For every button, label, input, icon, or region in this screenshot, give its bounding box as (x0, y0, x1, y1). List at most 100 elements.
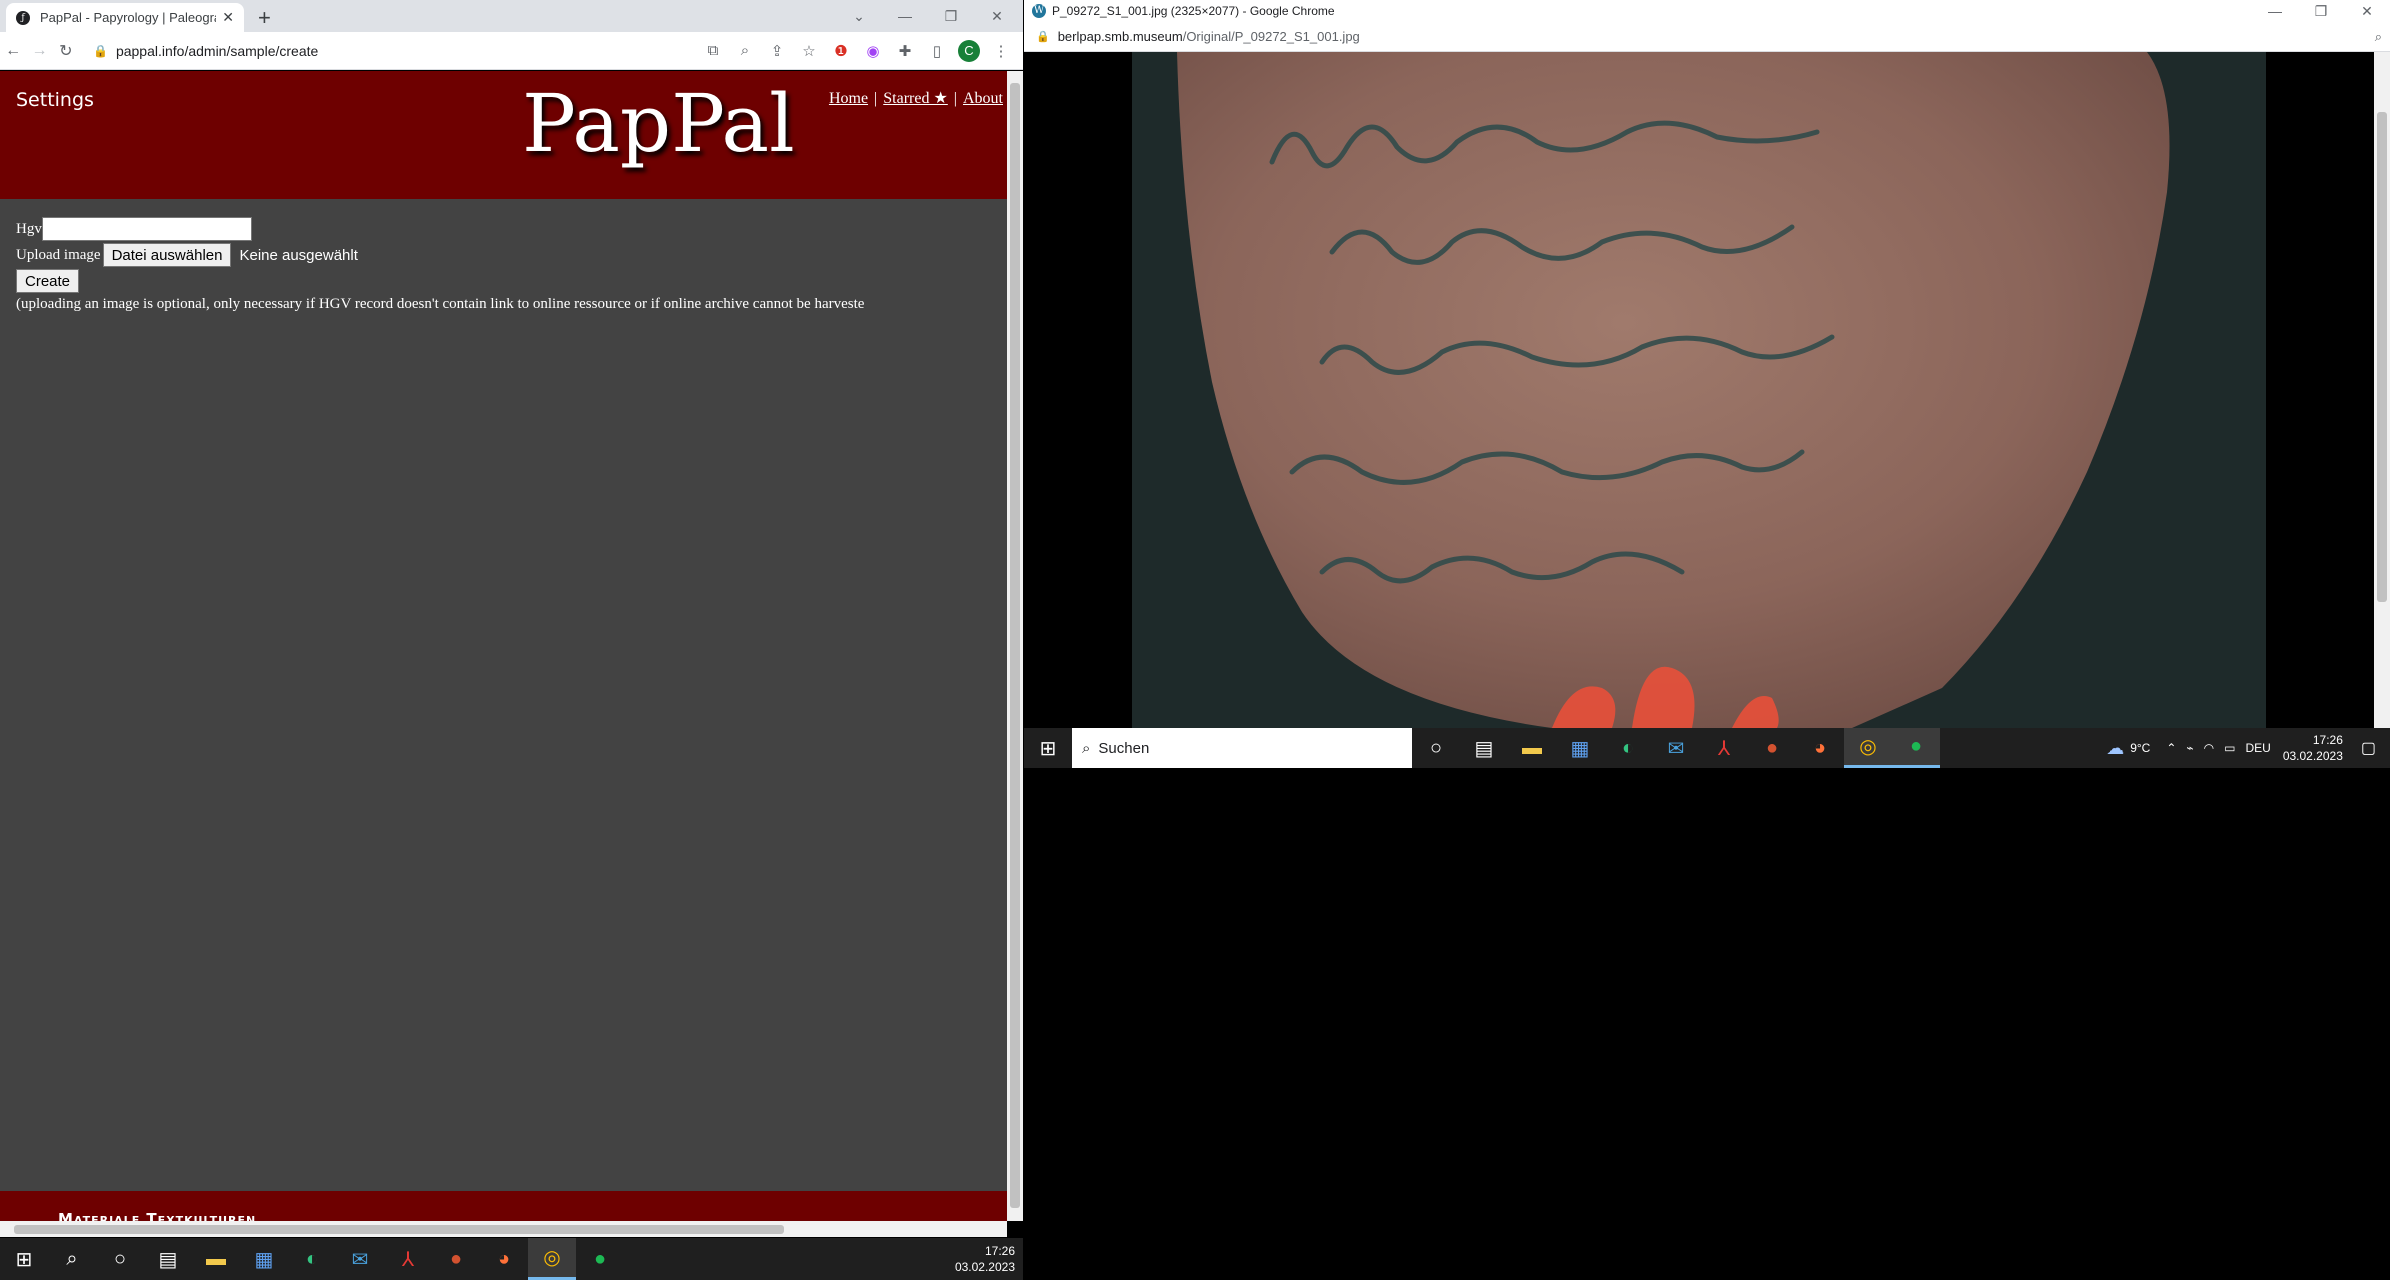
edge-icon[interactable]: ◐ (288, 1238, 336, 1280)
clock[interactable]: 17:26 03.02.2023 (955, 1243, 1023, 1275)
site-footer: Materiale Textkulturen (0, 1191, 1007, 1221)
file-explorer-icon[interactable]: ▬ (1508, 728, 1556, 768)
create-button[interactable]: Create (16, 269, 80, 293)
search-icon[interactable]: ⌕ (48, 1238, 96, 1280)
vertical-scrollbar[interactable] (2374, 52, 2390, 728)
tab-search-icon[interactable]: ⌄ (836, 8, 882, 25)
mail-icon[interactable]: ✉ (1652, 728, 1700, 768)
forward-icon[interactable]: → (26, 42, 52, 60)
tab-pappal[interactable]: ƒ PapPal - Papyrology | Paleograph ✕ (6, 3, 244, 32)
taskbar-search-box[interactable]: ⌕ Suchen (1072, 728, 1412, 768)
minimize-icon[interactable]: — (2252, 3, 2298, 19)
weather-cloud-icon[interactable]: ☁ (2106, 738, 2124, 759)
bookmark-star-icon[interactable]: ☆ (793, 42, 825, 60)
upload-image-label: Upload image (16, 246, 101, 263)
clock-date: 03.02.2023 (2282, 749, 2343, 763)
extensions-puzzle-icon[interactable]: ✚ (889, 42, 921, 60)
chrome-icon[interactable]: ◎ (1844, 728, 1892, 768)
nav-separator: | (874, 90, 878, 107)
url-host: berlpap.smb.museum (1057, 29, 1183, 44)
store-icon[interactable]: ▦ (240, 1238, 288, 1280)
clock-date: 03.02.2023 (954, 1260, 1015, 1274)
tab-close-icon[interactable]: ✕ (222, 9, 234, 26)
window-titlebar: W P_09272_S1_001.jpg (2325×2077) - Googl… (1024, 0, 2390, 22)
nav-starred-link[interactable]: Starred ★ (883, 90, 948, 107)
search-icon: ⌕ (1082, 739, 1091, 757)
network-icon[interactable]: ⌁ (2186, 741, 2193, 755)
windows-start-icon[interactable]: ⊞ (1024, 728, 1072, 768)
new-tab-button[interactable]: + (258, 5, 271, 31)
menu-kebab-icon[interactable]: ⋮ (985, 42, 1017, 60)
zoom-icon[interactable]: ⌕ (729, 42, 761, 59)
back-icon[interactable]: ← (0, 42, 26, 60)
system-tray: 17:26 03.02.2023 (955, 1238, 1023, 1280)
windows-start-icon[interactable]: ⊞ (0, 1238, 48, 1280)
store-icon[interactable]: ▦ (1556, 728, 1604, 768)
browser-toolbar: ← → ↻ 🔒 pappal.info/admin/sample/create … (0, 32, 1023, 70)
footer-text: Materiale Textkulturen (58, 1210, 257, 1221)
battery-icon[interactable]: ▭ (2224, 741, 2235, 755)
system-tray: ☁ 9°C ⌃ ⌁ ◠ ▭ DEU 17:26 03.02.2023 ▢ (2106, 728, 2390, 768)
extension-purple-icon[interactable]: ◉ (857, 42, 889, 60)
taskbar-right: ⊞ ⌕ Suchen ○ ▤ ▬ ▦ ◐ ✉ ⅄ ● ◕ ◎ ● ☁ 9°C ⌃… (1024, 728, 2390, 768)
scroll-thumb[interactable] (14, 1225, 784, 1234)
cortana-icon[interactable]: ○ (96, 1238, 144, 1280)
horizontal-scrollbar[interactable] (0, 1221, 1007, 1237)
file-explorer-icon[interactable]: ▬ (192, 1238, 240, 1280)
powerpoint-icon[interactable]: ● (432, 1238, 480, 1280)
reload-icon[interactable]: ↻ (53, 41, 79, 61)
toolbar-icons: ⧉ ⌕ ⇪ ☆ ❶ ◉ ✚ ▯ C ⋮ (697, 39, 1017, 62)
scroll-thumb[interactable] (2377, 112, 2387, 602)
restore-icon[interactable]: ❐ (928, 8, 974, 25)
firefox-icon[interactable]: ◕ (480, 1238, 528, 1280)
file-status-text: Keine ausgewählt (239, 246, 358, 264)
clock-time: 17:26 (2312, 733, 2343, 747)
nav-about-link[interactable]: About (963, 90, 1003, 107)
close-window-icon[interactable]: ✕ (974, 8, 1020, 25)
hgv-input[interactable] (41, 217, 252, 241)
papyrus-ostracon-image[interactable] (1132, 52, 2266, 728)
firefox-icon[interactable]: ◕ (1796, 728, 1844, 768)
side-panel-icon[interactable]: ▯ (921, 42, 953, 60)
right-browser-window: W P_09272_S1_001.jpg (2325×2077) - Googl… (1024, 0, 2390, 768)
left-browser-window: ƒ PapPal - Papyrology | Paleograph ✕ + ⌄… (0, 0, 1023, 1280)
edge-icon[interactable]: ◐ (1604, 728, 1652, 768)
vertical-scrollbar[interactable] (1007, 71, 1023, 1221)
choose-file-button[interactable]: Datei auswählen (102, 243, 232, 267)
upload-note: (uploading an image is optional, only ne… (16, 296, 865, 312)
task-view-icon[interactable]: ▤ (1460, 728, 1508, 768)
close-window-icon[interactable]: ✕ (2344, 3, 2390, 20)
address-bar[interactable]: 🔒 pappal.info/admin/sample/create (87, 36, 697, 66)
tray-chevron-icon[interactable]: ⌃ (2166, 741, 2176, 755)
tab-title: PapPal - Papyrology | Paleograph (40, 10, 217, 25)
address-bar[interactable]: 🔒 berlpap.smb.museum/Original/P_09272_S1… (1024, 22, 2390, 52)
minimize-icon[interactable]: — (882, 8, 928, 24)
profile-avatar[interactable]: C (958, 39, 980, 62)
spotify-icon[interactable]: ● (1892, 728, 1940, 768)
zoom-icon[interactable]: ⌕ (2375, 29, 2382, 45)
settings-link[interactable]: Settings (16, 89, 94, 111)
wordpress-favicon-icon: W (1032, 4, 1046, 18)
task-view-icon[interactable]: ▤ (144, 1238, 192, 1280)
mail-icon[interactable]: ✉ (336, 1238, 384, 1280)
acrobat-icon[interactable]: ⅄ (384, 1238, 432, 1280)
address-url: pappal.info/admin/sample/create (115, 42, 319, 59)
nav-home-link[interactable]: Home (829, 90, 868, 107)
acrobat-icon[interactable]: ⅄ (1700, 728, 1748, 768)
language-indicator[interactable]: DEU (2245, 741, 2270, 755)
extension-red-icon[interactable]: ❶ (825, 42, 857, 60)
scroll-thumb[interactable] (1010, 83, 1020, 1208)
restore-icon[interactable]: ❐ (2298, 3, 2344, 20)
wifi-icon[interactable]: ◠ (2204, 741, 2214, 755)
weather-temperature[interactable]: 9°C (2130, 741, 2150, 755)
hgv-label: Hgv (16, 220, 42, 237)
notifications-icon[interactable]: ▢ (2361, 738, 2376, 758)
translate-icon[interactable]: ⧉ (697, 42, 729, 59)
nav-separator: | (953, 90, 957, 107)
share-icon[interactable]: ⇪ (761, 42, 793, 60)
powerpoint-icon[interactable]: ● (1748, 728, 1796, 768)
cortana-icon[interactable]: ○ (1412, 728, 1460, 768)
clock[interactable]: 17:26 03.02.2023 (2283, 732, 2351, 764)
spotify-icon[interactable]: ● (576, 1238, 624, 1280)
chrome-icon[interactable]: ◎ (528, 1238, 576, 1280)
